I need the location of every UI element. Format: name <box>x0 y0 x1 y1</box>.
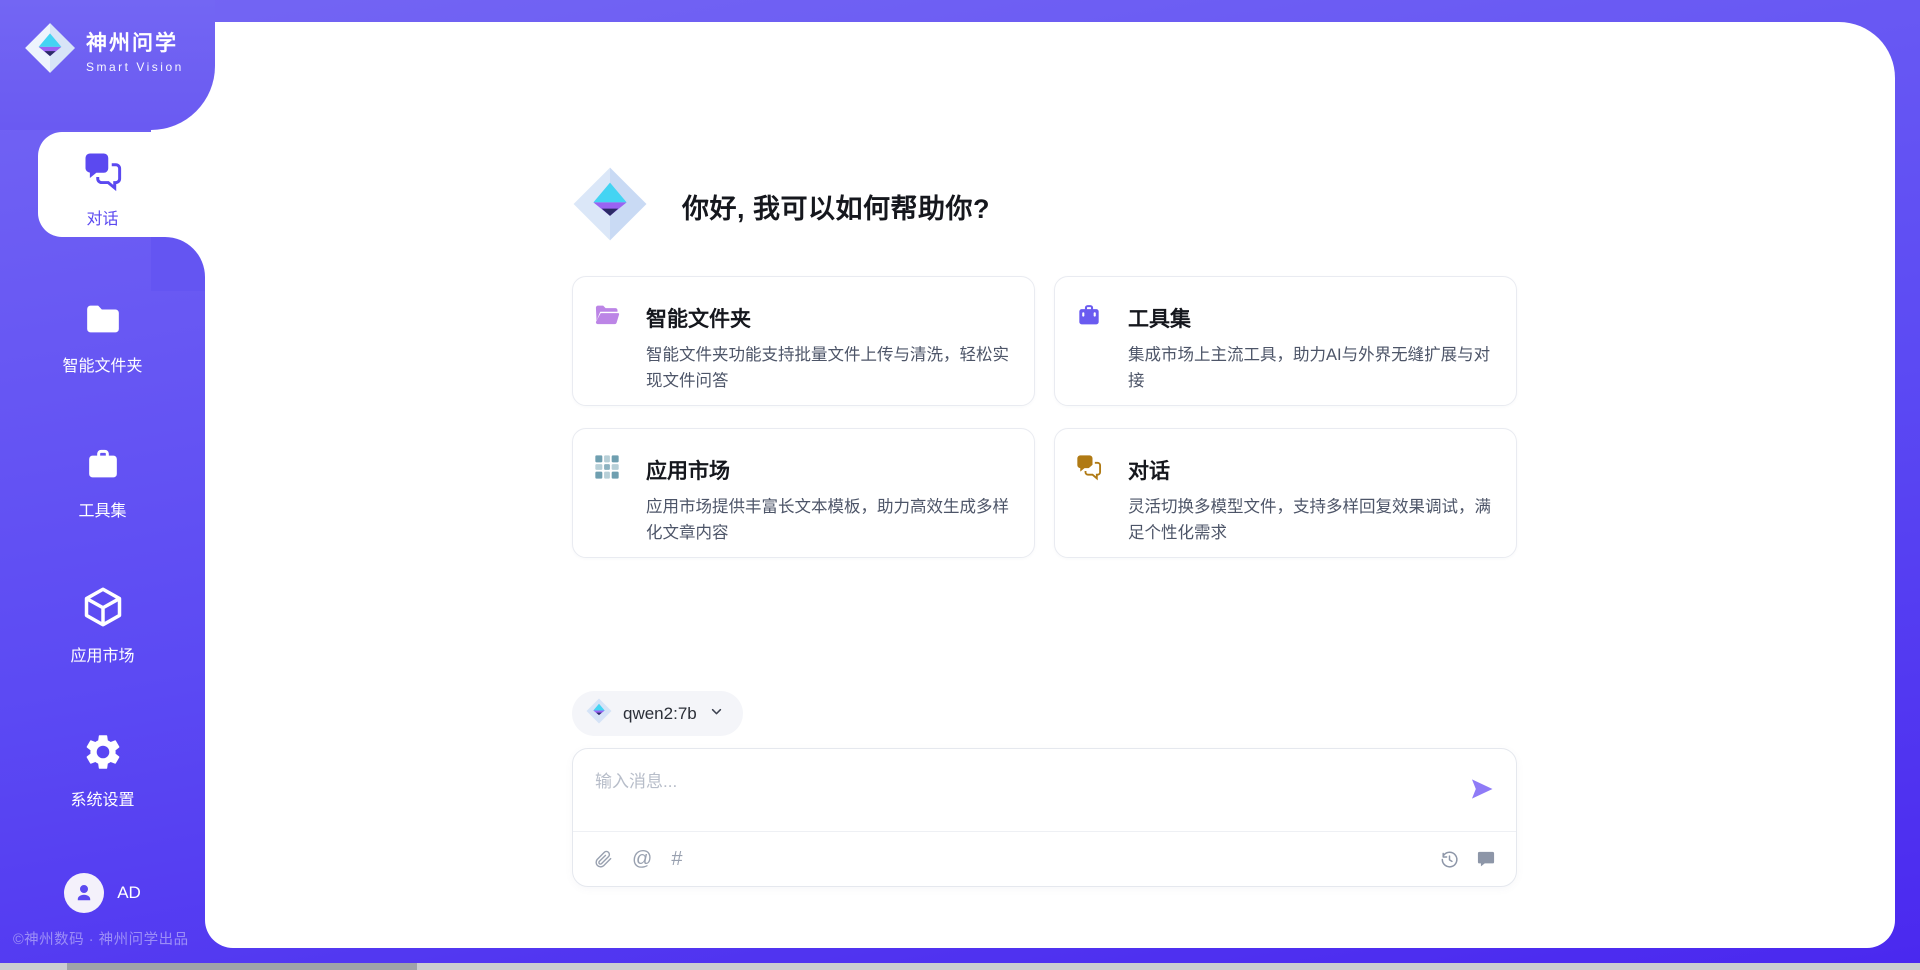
grid-icon <box>593 453 621 486</box>
logo-tab: 神州问学 Smart Vision <box>0 0 215 130</box>
sidebar-item-label: 智能文件夹 <box>0 352 205 376</box>
app-window: 神州问学 Smart Vision 对话 智能文件夹 <box>0 0 1920 970</box>
model-name: qwen2:7b <box>623 704 697 724</box>
brand-logo-icon <box>24 22 76 79</box>
sidebar-item-label: 应用市场 <box>0 642 205 666</box>
card-description: 智能文件夹功能支持批量文件上传与清洗，轻松实现文件问答 <box>646 343 1012 394</box>
card-title: 应用市场 <box>646 455 730 485</box>
feature-cards: 智能文件夹 智能文件夹功能支持批量文件上传与清洗，轻松实现文件问答 工具集 集成… <box>572 276 1517 558</box>
scrollbar-thumb[interactable] <box>67 963 417 970</box>
message-input[interactable]: 输入消息... <box>595 767 1455 827</box>
send-icon <box>1468 775 1496 803</box>
folder-icon <box>83 326 123 343</box>
history-icon <box>1439 849 1460 870</box>
greeting-logo-icon <box>572 166 648 247</box>
greeting: 你好, 我可以如何帮助你? <box>572 166 990 247</box>
feature-card-chat[interactable]: 对话 灵活切换多模型文件，支持多样回复效果调试，满足个性化需求 <box>1054 428 1517 558</box>
toolbox-icon <box>83 471 123 488</box>
sidebar-footer-text: ©神州数码 · 神州问学出品 <box>13 928 189 949</box>
folder-open-icon <box>593 301 621 334</box>
feature-card-app-market[interactable]: 应用市场 应用市场提供丰富长文本模板，助力高效生成多样化文章内容 <box>572 428 1035 558</box>
sidebar-item-chat[interactable]: 对话 <box>0 150 205 229</box>
chat-icon <box>1075 453 1103 486</box>
sidebar-item-label: 对话 <box>0 205 205 229</box>
send-button[interactable] <box>1468 775 1496 803</box>
card-title: 对话 <box>1128 455 1170 485</box>
sidebar-item-settings[interactable]: 系统设置 <box>0 731 205 810</box>
brand: 神州问学 Smart Vision <box>24 22 184 79</box>
sidebar-item-label: 工具集 <box>0 497 205 521</box>
card-description: 集成市场上主流工具，助力AI与外界无缝扩展与对接 <box>1128 343 1494 394</box>
brand-name: 神州问学 <box>86 27 184 57</box>
sidebar-item-toolset[interactable]: 工具集 <box>0 444 205 521</box>
paperclip-icon <box>593 849 613 869</box>
gear-icon <box>82 760 124 777</box>
chat-square-icon <box>1476 849 1496 869</box>
sidebar-item-smart-folder[interactable]: 智能文件夹 <box>0 299 205 376</box>
toolbox-icon <box>1075 301 1103 334</box>
sidebar-item-app-market[interactable]: 应用市场 <box>0 585 205 666</box>
composer: 输入消息... @ # <box>572 748 1517 887</box>
topic-button[interactable]: # <box>671 849 682 869</box>
brand-subtitle: Smart Vision <box>86 60 184 74</box>
feedback-button[interactable] <box>1476 849 1496 869</box>
user-account[interactable]: AD <box>0 873 205 913</box>
horizontal-scrollbar[interactable] <box>0 963 1920 970</box>
chat-icon <box>82 179 124 196</box>
cube-icon <box>81 616 125 633</box>
card-title: 智能文件夹 <box>646 303 751 333</box>
feature-card-smart-folder[interactable]: 智能文件夹 智能文件夹功能支持批量文件上传与清洗，轻松实现文件问答 <box>572 276 1035 406</box>
card-description: 应用市场提供丰富长文本模板，助力高效生成多样化文章内容 <box>646 495 1012 546</box>
chevron-down-icon <box>708 703 725 725</box>
card-description: 灵活切换多模型文件，支持多样回复效果调试，满足个性化需求 <box>1128 495 1494 546</box>
card-title: 工具集 <box>1128 303 1191 333</box>
model-logo-icon <box>586 698 612 729</box>
feature-card-toolset[interactable]: 工具集 集成市场上主流工具，助力AI与外界无缝扩展与对接 <box>1054 276 1517 406</box>
mention-button[interactable]: @ <box>632 849 652 869</box>
avatar <box>64 873 104 913</box>
model-selector[interactable]: qwen2:7b <box>572 691 743 736</box>
greeting-title: 你好, 我可以如何帮助你? <box>682 187 990 226</box>
sidebar-item-label: 系统设置 <box>0 786 205 810</box>
history-button[interactable] <box>1439 849 1460 870</box>
person-icon <box>72 881 96 905</box>
attach-button[interactable] <box>593 849 613 869</box>
avatar-initials: AD <box>117 883 141 903</box>
